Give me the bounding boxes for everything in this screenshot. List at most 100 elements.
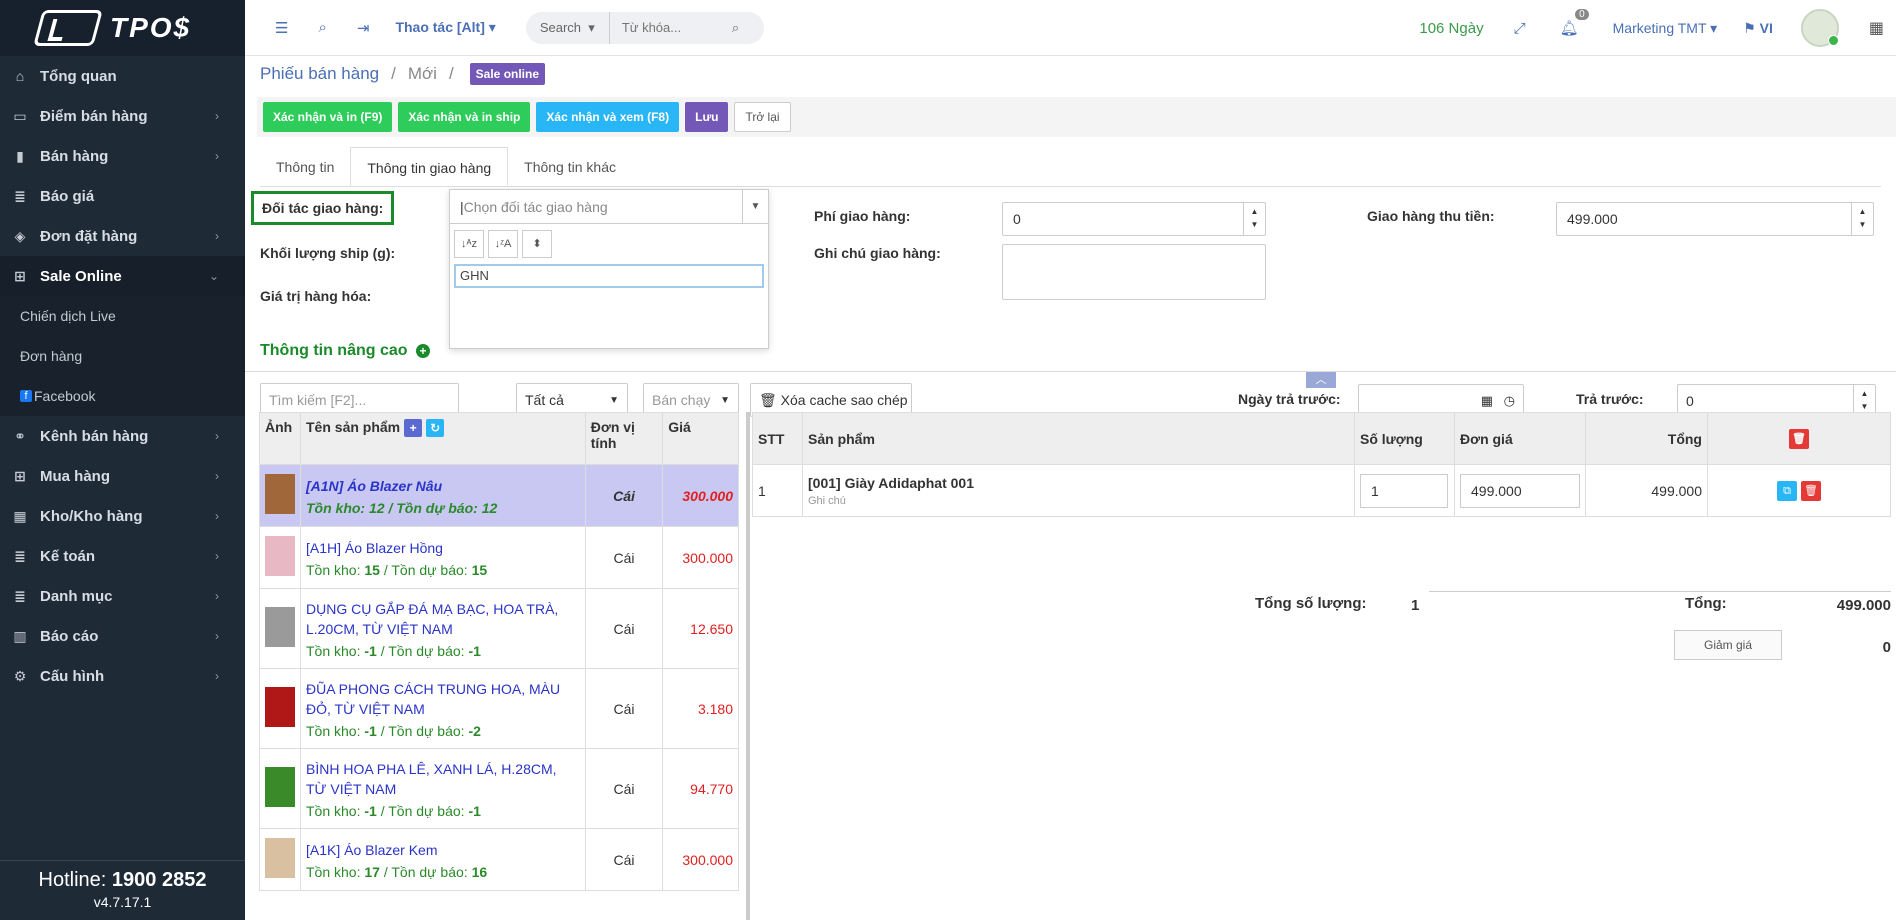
sidebar-item-0[interactable]: ⌂ Tổng quan: [0, 56, 245, 96]
hotline-number[interactable]: 1900 2852: [112, 869, 207, 891]
sidebar-item-8[interactable]: f Facebook: [0, 376, 245, 416]
tab-shipping-info[interactable]: Thông tin giao hàng: [350, 147, 509, 186]
menu-toggle-icon[interactable]: ☰: [275, 19, 288, 37]
collapse-up-icon[interactable]: ︿: [1306, 372, 1336, 388]
breadcrumb-root[interactable]: Phiếu bán hàng: [260, 64, 379, 84]
chevron-down-icon[interactable]: ▼: [742, 190, 768, 224]
product-thumbnail: [265, 474, 295, 514]
prepay-label: Trả trước:: [1576, 391, 1644, 407]
list-icon: ≣: [14, 187, 26, 204]
product-name[interactable]: DỤNG CỤ GẮP ĐÁ MẠ BẠC, HOA TRÀ, L.20CM, …: [306, 599, 580, 639]
product-row[interactable]: ĐŨA PHONG CÁCH TRUNG HOA, MÀU ĐỎ, TỪ VIỆ…: [259, 668, 739, 749]
shipping-partner-select[interactable]: | Chọn đối tác giao hàng ▼ ↓ᴬz ↓ᶻA ⬍ GHN: [449, 189, 769, 349]
forecast-label: Tồn dự báo:: [388, 642, 465, 659]
user-menu[interactable]: Marketing TMT ▾: [1613, 20, 1718, 37]
pin-icon[interactable]: ⇥: [357, 19, 370, 37]
col-name-label: Tên sản phẩm: [306, 419, 401, 435]
sidebar-item-15[interactable]: ⚙ Cấu hình ›: [0, 656, 245, 696]
product-row[interactable]: [A1H] Áo Blazer Hồng Tồn kho: 15 / Tồn dự…: [259, 526, 739, 589]
stock-value: 12: [369, 499, 385, 516]
sort-controls: ↓ᴬz ↓ᶻA ⬍: [454, 230, 768, 258]
plus-circle-icon: +: [416, 344, 430, 358]
apps-grid-icon[interactable]: ▦: [1869, 18, 1884, 38]
product-name[interactable]: [A1N] Áo Blazer Nâu: [306, 476, 580, 496]
shipping-fee-input[interactable]: 0 ▲ ▼: [1002, 202, 1266, 236]
refresh-icon[interactable]: ↻: [426, 419, 445, 438]
sidebar-item-14[interactable]: ▥ Báo cáo ›: [0, 616, 245, 656]
product-row[interactable]: [A1N] Áo Blazer Nâu Tồn kho: 12 / Tồn dự …: [259, 464, 739, 527]
topbar-right: 106 Ngày ⤢ 🔔︎ 0 Marketing TMT ▾ ⚑ VI ▦: [1419, 0, 1896, 56]
actions-dropdown[interactable]: Thao tác [Alt] ▾: [395, 19, 495, 36]
fullscreen-icon[interactable]: ⤢: [1514, 20, 1526, 37]
shipping-fee-stepper[interactable]: ▲ ▼: [1243, 203, 1265, 235]
breadcrumb: Phiếu bán hàng / Mới / Sale online: [260, 63, 546, 85]
tab-info[interactable]: Thông tin: [260, 147, 350, 186]
sidebar-item-3[interactable]: ≣ Báo giá: [0, 176, 245, 216]
confirm-print-ship-button[interactable]: Xác nhận và in ship: [398, 102, 531, 132]
flag-icon: ⚑: [1743, 19, 1756, 36]
sidebar-item-7[interactable]: Đơn hàng: [0, 336, 245, 376]
facebook-icon: f: [20, 390, 32, 402]
discount-button[interactable]: Giảm giá: [1674, 630, 1782, 660]
cart-product-name[interactable]: [001] Giày Adidaphat 001: [808, 475, 1349, 491]
cod-stepper[interactable]: ▲ ▼: [1851, 203, 1873, 235]
topbar: ☰ ⌕ ⇥ Thao tác [Alt] ▾ Search ▾ ⌕ 106 Ng…: [245, 0, 1896, 56]
search-input[interactable]: [621, 20, 732, 35]
shipping-partner-display[interactable]: | Chọn đối tác giao hàng: [450, 190, 768, 224]
sort-desc-icon[interactable]: ↓ᶻA: [488, 230, 518, 258]
back-button[interactable]: Trở lại: [734, 102, 791, 132]
avatar[interactable]: [1800, 9, 1839, 47]
logo[interactable]: TPO$: [0, 0, 245, 56]
sidebar-item-13[interactable]: ≣ Danh mục ›: [0, 576, 245, 616]
clock-icon[interactable]: ◷: [1504, 393, 1515, 409]
breadcrumb-current: Mới: [407, 64, 437, 83]
sidebar-item-11[interactable]: ▦ Kho/Kho hàng ›: [0, 496, 245, 536]
product-name[interactable]: ĐŨA PHONG CÁCH TRUNG HOA, MÀU ĐỎ, TỪ VIỆ…: [306, 679, 580, 719]
add-product-icon[interactable]: +: [404, 419, 423, 438]
search-icon[interactable]: ⌕: [318, 19, 326, 36]
sidebar-item-5[interactable]: ⊞ Sale Online ⌄: [0, 256, 245, 296]
shipping-partner-filter-input[interactable]: GHN: [454, 264, 764, 288]
sort-reset-icon[interactable]: ⬍: [522, 230, 552, 258]
sidebar-item-2[interactable]: ▮ Bán hàng ›: [0, 136, 245, 176]
bell-icon[interactable]: 🔔︎ 0: [1560, 9, 1589, 37]
prepay-value: 0: [1686, 393, 1694, 409]
calendar-icon[interactable]: ▦: [1481, 393, 1493, 409]
cart-product-note[interactable]: Ghi chú: [808, 495, 1349, 507]
confirm-print-button[interactable]: Xác nhận và in (F9): [263, 102, 393, 132]
delete-all-icon[interactable]: 🗑︎: [1789, 428, 1809, 449]
sidebar-item-10[interactable]: ⊞ Mua hàng ›: [0, 456, 245, 496]
product-price: 300.000: [662, 828, 739, 891]
product-price: 300.000: [662, 526, 739, 589]
product-thumbnail: [265, 607, 295, 647]
copy-icon[interactable]: ⧉: [1777, 480, 1797, 501]
sidebar-item-6[interactable]: Chiến dịch Live: [0, 296, 245, 336]
product-row[interactable]: BÌNH HOA PHA LÊ, XANH LÁ, H.28CM, TỪ VIỆ…: [259, 748, 739, 829]
shipping-note-textarea[interactable]: [1002, 244, 1266, 300]
sidebar-item-12[interactable]: ≣ Kế toán ›: [0, 536, 245, 576]
chevron-right-icon: ›: [215, 589, 219, 603]
sidebar-item-1[interactable]: ▭ Điểm bán hàng ›: [0, 96, 245, 136]
product-name[interactable]: [A1H] Áo Blazer Hồng: [306, 538, 580, 558]
cart-stt: 1: [752, 464, 803, 517]
tab-other-info[interactable]: Thông tin khác: [508, 147, 632, 186]
pane-splitter[interactable]: [746, 412, 750, 920]
save-button[interactable]: Lưu: [685, 102, 729, 132]
language-switch[interactable]: ⚑ VI: [1743, 20, 1773, 37]
sidebar-item-4[interactable]: ◈ Đơn đặt hàng ›: [0, 216, 245, 256]
confirm-view-button[interactable]: Xác nhận và xem (F8): [536, 102, 680, 132]
unit-price-input[interactable]: 499.000: [1460, 473, 1580, 508]
product-name[interactable]: BÌNH HOA PHA LÊ, XANH LÁ, H.28CM, TỪ VIỆ…: [306, 759, 580, 799]
delete-icon[interactable]: 🗑︎: [1801, 480, 1821, 501]
sidebar-item-9[interactable]: ⚭ Kênh bán hàng ›: [0, 416, 245, 456]
product-row[interactable]: DỤNG CỤ GẮP ĐÁ MẠ BẠC, HOA TRÀ, L.20CM, …: [259, 588, 739, 669]
product-row[interactable]: [A1K] Áo Blazer Kem Tồn kho: 17 / Tồn dự …: [259, 828, 739, 891]
quantity-input[interactable]: 1: [1360, 473, 1448, 508]
search-submit-icon[interactable]: ⌕: [732, 20, 739, 36]
product-name[interactable]: [A1K] Áo Blazer Kem: [306, 840, 580, 860]
cod-input[interactable]: 499.000 ▲ ▼: [1556, 202, 1874, 236]
search-type-select[interactable]: Search ▾: [540, 11, 610, 44]
col-price: Giá: [662, 412, 739, 465]
advanced-info-toggle[interactable]: Thông tin nâng cao +: [260, 342, 430, 360]
sort-asc-icon[interactable]: ↓ᴬz: [454, 230, 484, 258]
